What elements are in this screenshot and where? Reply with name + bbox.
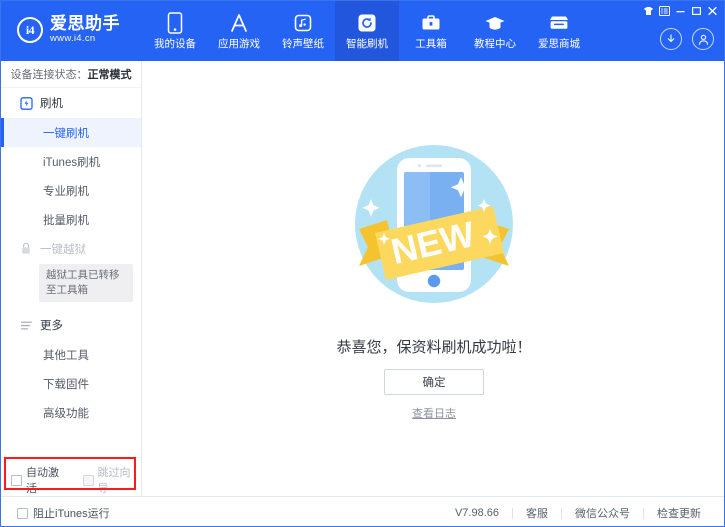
shop-icon (548, 12, 570, 34)
status-bar: 阻止iTunes运行 V7.98.66 客服 微信公众号 检查更新 (1, 496, 724, 526)
confirm-button[interactable]: 确定 (384, 369, 484, 395)
version-label: V7.98.66 (454, 507, 499, 519)
sidebar-item-label: 专业刷机 (43, 185, 89, 198)
maximize-icon[interactable] (689, 4, 704, 18)
nav-tab-smart-flash[interactable]: 智能刷机 (335, 1, 399, 61)
customer-service-link[interactable]: 客服 (513, 505, 561, 521)
title-bar: i4 爱思助手 www.i4.cn 我的设备 应用游戏 铃声壁纸 智能刷机 工具… (1, 1, 724, 61)
sidebar-item-label: 其他工具 (43, 349, 89, 362)
flash-device-icon (19, 96, 33, 110)
sidebar-group-more-title: 更多 (40, 320, 63, 332)
sidebar-item-label: 一键越狱 (40, 243, 86, 256)
nav-tab-label: 爱思商城 (538, 38, 580, 50)
nav-tab-ringtones-wallpaper[interactable]: 铃声壁纸 (271, 1, 335, 61)
skin-icon[interactable] (641, 4, 656, 18)
refresh-icon (356, 12, 378, 34)
skip-wizard-checkbox (82, 474, 94, 486)
nav-tab-label: 智能刷机 (346, 38, 388, 50)
sidebar-item-download-firmware[interactable]: 下载固件 (1, 369, 141, 398)
main-content: NEW 恭喜您，保资料刷机成功啦！ 确定 查看日志 (142, 61, 724, 496)
main-navigation: 我的设备 应用游戏 铃声壁纸 智能刷机 工具箱 教程中心 爱思商城 (143, 1, 591, 61)
nav-tab-label: 应用游戏 (218, 38, 260, 50)
view-log-label: 查看日志 (412, 408, 456, 420)
graduation-icon (484, 12, 506, 34)
sidebar-item-other-tools[interactable]: 其他工具 (1, 340, 141, 369)
auto-activate-option[interactable]: 自动激活 (11, 464, 70, 496)
sidebar-item-label: 一键刷机 (43, 127, 89, 140)
nav-tab-apps-games[interactable]: 应用游戏 (207, 1, 271, 61)
sidebar-item-label: 高级功能 (43, 407, 89, 420)
sidebar-item-one-key-flash[interactable]: 一键刷机 (1, 118, 141, 147)
sidebar-divider (1, 457, 141, 458)
lock-icon (19, 242, 33, 256)
sidebar-item-batch-flash[interactable]: 批量刷机 (1, 205, 141, 234)
sidebar-item-itunes-flash[interactable]: iTunes刷机 (1, 147, 141, 176)
view-log-link[interactable]: 查看日志 (142, 405, 724, 421)
app-logo: i4 爱思助手 www.i4.cn (17, 15, 120, 45)
nav-tab-store[interactable]: 爱思商城 (527, 1, 591, 61)
sidebar-group-flash-title: 刷机 (40, 98, 63, 110)
nav-tab-toolbox[interactable]: 工具箱 (399, 1, 463, 61)
jailbreak-tooltip: 越狱工具已转移至工具箱 (39, 264, 133, 302)
phone-icon (164, 12, 186, 34)
sidebar-item-label: iTunes刷机 (43, 156, 101, 169)
sidebar-options-row: 自动激活 跳过向导 (1, 457, 142, 496)
appstore-icon (228, 12, 250, 34)
check-update-link[interactable]: 检查更新 (644, 505, 714, 521)
menu-icon[interactable] (657, 4, 672, 18)
nav-tab-label: 铃声壁纸 (282, 38, 324, 50)
sidebar-group-more: 更多 (1, 310, 141, 340)
app-window: i4 爱思助手 www.i4.cn 我的设备 应用游戏 铃声壁纸 智能刷机 工具… (0, 0, 725, 527)
nav-tab-label: 工具箱 (415, 38, 447, 50)
success-message: 恭喜您，保资料刷机成功啦！ (336, 339, 532, 356)
minimize-icon[interactable] (673, 4, 688, 18)
connection-status-label: 设备连接状态： (10, 69, 88, 81)
skip-wizard-option: 跳过向导 (82, 464, 142, 496)
sidebar-item-pro-flash[interactable]: 专业刷机 (1, 176, 141, 205)
sidebar-item-label: 下载固件 (43, 378, 89, 391)
nav-tab-my-device[interactable]: 我的设备 (143, 1, 207, 61)
app-title: 爱思助手 (50, 14, 120, 33)
window-controls (641, 4, 720, 18)
block-itunes-option[interactable]: 阻止iTunes运行 (17, 505, 110, 521)
user-avatar-icon[interactable] (692, 28, 714, 50)
nav-tab-label: 我的设备 (154, 38, 196, 50)
i4-logo-icon: i4 (17, 17, 43, 43)
auto-activate-checkbox[interactable] (11, 474, 22, 486)
toolbox-icon (420, 12, 442, 34)
body-area: 设备连接状态：正常模式 刷机 一键刷机 iTunes刷机 专业刷机 批量刷机 (1, 61, 724, 526)
new-phone-illustration: NEW (343, 133, 525, 315)
skip-wizard-label: 跳过向导 (97, 467, 131, 495)
nav-tab-label: 教程中心 (474, 38, 516, 50)
block-itunes-checkbox[interactable] (17, 507, 28, 519)
app-website: www.i4.cn (50, 33, 96, 44)
sidebar-item-label: 批量刷机 (43, 214, 89, 227)
sidebar-group-flash: 刷机 (1, 88, 141, 118)
auto-activate-label: 自动激活 (26, 467, 59, 495)
sidebar-item-one-key-jailbreak: 一键越狱 (1, 234, 141, 263)
music-icon (292, 12, 314, 34)
header-action-icons (660, 28, 714, 50)
wechat-official-link[interactable]: 微信公众号 (562, 505, 643, 521)
list-icon (19, 318, 33, 332)
device-connection-status: 设备连接状态： 正常模式 (1, 61, 141, 88)
close-icon[interactable] (705, 4, 720, 18)
status-bar-right: V7.98.66 客服 微信公众号 检查更新 (455, 505, 714, 521)
block-itunes-label: 阻止iTunes运行 (33, 508, 110, 520)
logo-mark-text: i4 (25, 22, 35, 37)
connection-status-value: 正常模式 (87, 69, 132, 81)
sidebar-item-advanced-features[interactable]: 高级功能 (1, 398, 141, 427)
download-icon[interactable] (660, 28, 682, 50)
sidebar: 设备连接状态：正常模式 刷机 一键刷机 iTunes刷机 专业刷机 批量刷机 (1, 61, 142, 526)
logo-text-block: 爱思助手 www.i4.cn (50, 15, 120, 45)
nav-tab-tutorial-center[interactable]: 教程中心 (463, 1, 527, 61)
